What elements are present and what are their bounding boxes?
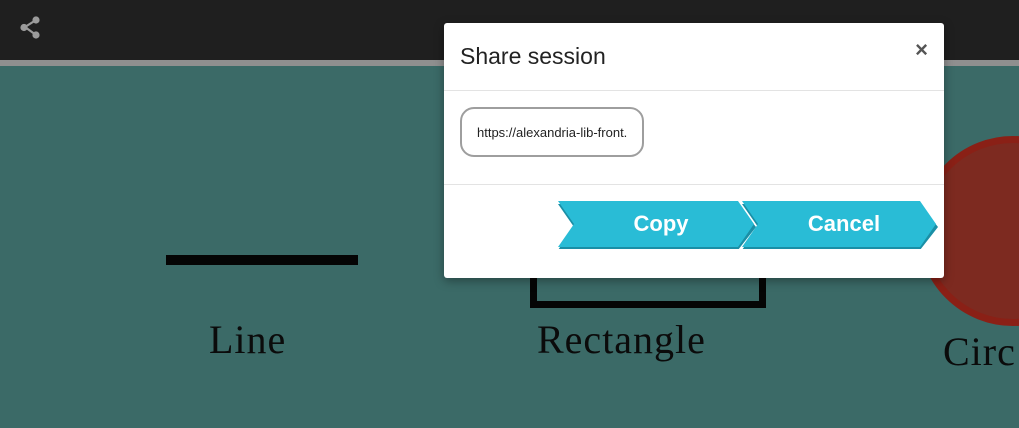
rectangle-label: Rectangle — [537, 317, 706, 362]
dialog-title: Share session — [460, 43, 606, 69]
circle-label: Circ — [943, 329, 1016, 374]
share-url-input[interactable] — [460, 107, 644, 157]
cancel-button-label: Cancel — [807, 211, 881, 236]
line-shape[interactable] — [166, 255, 358, 265]
share-icon[interactable] — [16, 14, 44, 42]
share-session-dialog: Share session × Copy Cancel — [444, 23, 944, 278]
dialog-body — [444, 91, 944, 185]
line-label: Line — [209, 317, 287, 362]
close-icon[interactable]: × — [915, 39, 928, 61]
cancel-button[interactable]: Cancel — [742, 201, 938, 249]
copy-button-label: Copy — [633, 211, 689, 236]
copy-button[interactable]: Copy — [558, 201, 756, 249]
dialog-header: Share session × — [444, 23, 944, 91]
